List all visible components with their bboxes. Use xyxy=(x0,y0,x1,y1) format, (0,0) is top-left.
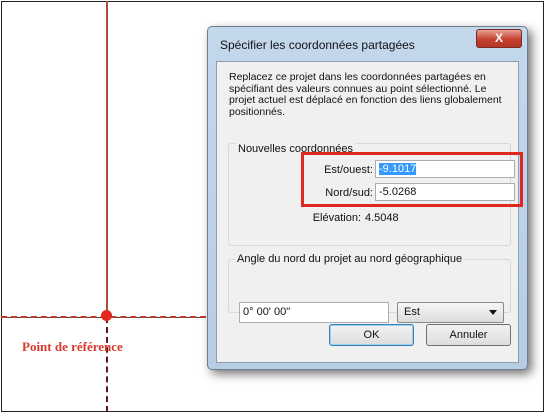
chevron-down-icon xyxy=(489,310,497,315)
reference-point-label: Point de référence xyxy=(22,339,123,354)
dialog-title: Spécifier les coordonnées partagées xyxy=(220,38,415,52)
cancel-button[interactable]: Annuler xyxy=(426,324,511,346)
reference-point-marker[interactable] xyxy=(101,310,112,321)
dialog-body: Replacez ce projet dans les coordonnées … xyxy=(216,61,523,363)
north-angle-legend: Angle du nord du projet au nord géograph… xyxy=(235,253,465,265)
elevation-value: 4.5048 xyxy=(365,212,399,224)
direction-selected: Est xyxy=(404,306,420,318)
direction-select[interactable]: Est xyxy=(397,302,504,323)
elevation-label: Elévation: xyxy=(312,212,361,224)
reference-vertical-line-highlight xyxy=(106,1,108,316)
angle-input[interactable]: 0° 00' 00" xyxy=(239,302,389,323)
shared-coordinates-dialog: Spécifier les coordonnées partagées X Re… xyxy=(207,26,528,370)
coordinates-highlight-box xyxy=(301,152,523,207)
angle-value: 0° 00' 00" xyxy=(243,306,291,318)
ok-button[interactable]: OK xyxy=(329,324,414,346)
dialog-description: Replacez ce projet dans les coordonnées … xyxy=(229,71,502,118)
close-icon: X xyxy=(494,31,503,45)
close-button[interactable]: X xyxy=(476,29,522,48)
